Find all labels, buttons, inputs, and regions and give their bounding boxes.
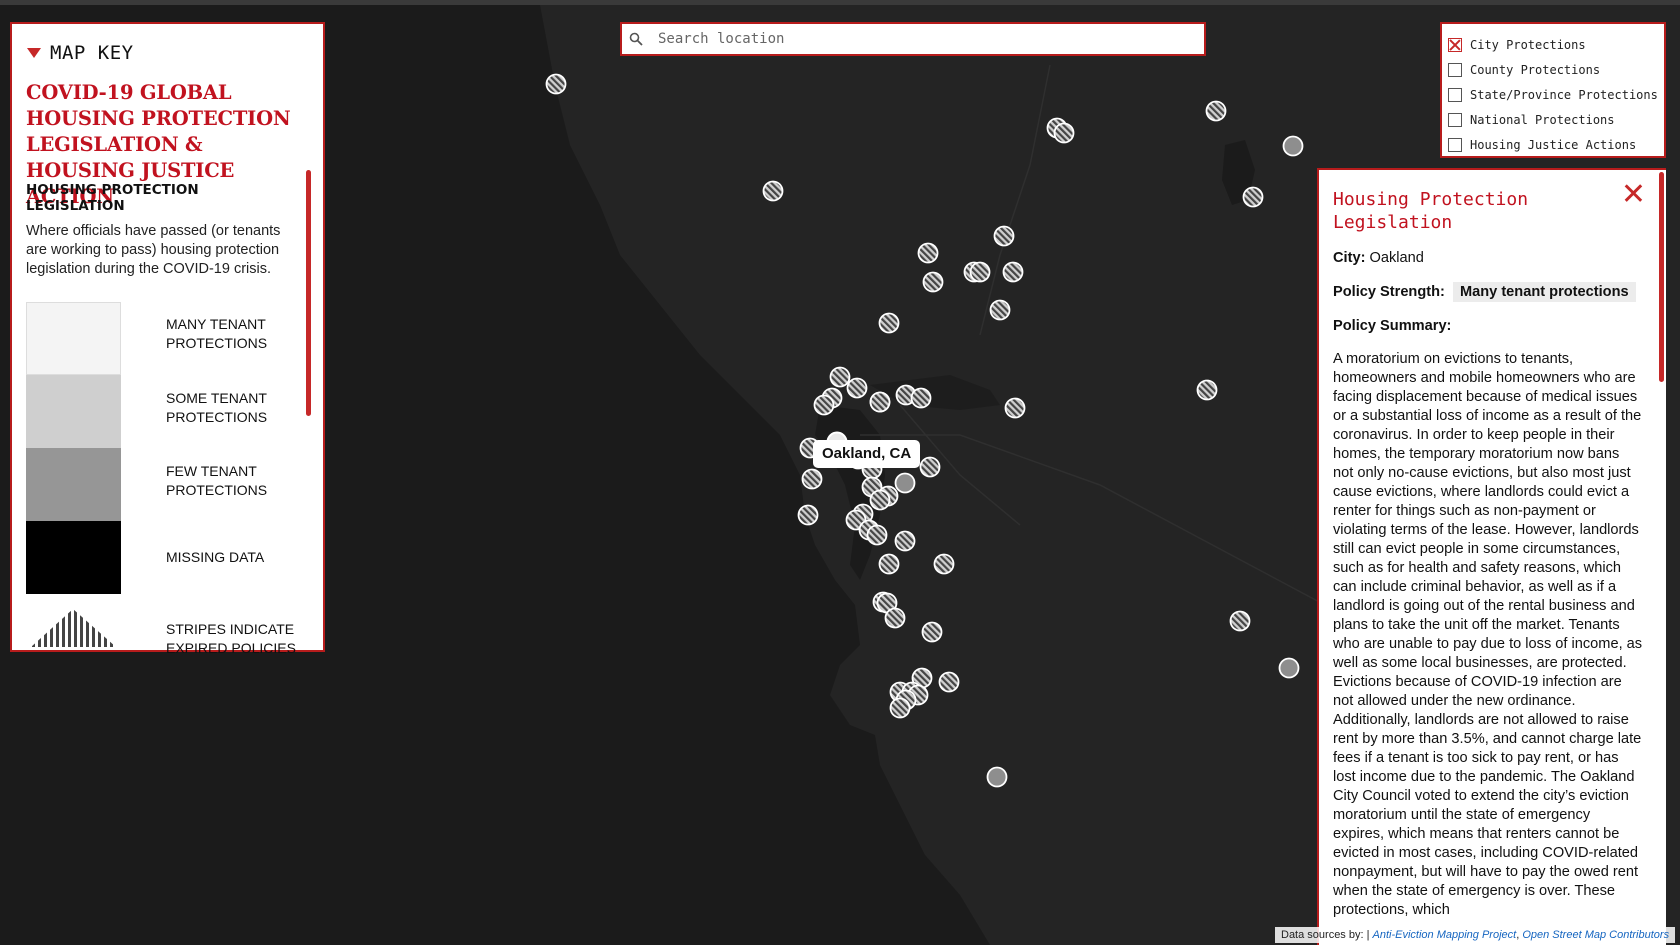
striped-mountain-icon — [31, 609, 116, 647]
striped-marker[interactable] — [922, 271, 944, 293]
info-panel: Housing Protection Legislation ✕ City: O… — [1317, 168, 1666, 945]
striped-marker[interactable] — [894, 530, 916, 552]
striped-marker[interactable] — [910, 387, 932, 409]
checkbox[interactable] — [1448, 137, 1462, 152]
summary-label: Policy Summary: — [1333, 318, 1452, 334]
striped-marker[interactable] — [829, 366, 851, 388]
attribution: Data sources by: | Anti-Eviction Mapping… — [1275, 927, 1676, 943]
triangle-down-icon — [27, 48, 41, 58]
city-value: Oakland — [1369, 250, 1424, 266]
legend-label-some: SOME TENANT PROTECTIONS — [166, 390, 268, 425]
striped-marker[interactable] — [813, 394, 835, 416]
legend-label-stripes: STRIPES INDICATE EXPIRED POLICIES — [166, 621, 296, 656]
filter-county[interactable]: County Protections — [1448, 57, 1664, 82]
checkbox[interactable] — [1448, 87, 1462, 102]
info-title: Housing Protection Legislation — [1333, 189, 1529, 233]
map-key-panel: MAP KEY COVID-19 GLOBAL HOUSING PROTECTI… — [10, 22, 325, 656]
striped-marker[interactable] — [878, 312, 900, 334]
map-key-label: MAP KEY — [50, 42, 134, 64]
search-icon — [622, 32, 650, 46]
striped-marker[interactable] — [1002, 261, 1024, 283]
filter-state[interactable]: State/Province Protections — [1448, 82, 1664, 107]
striped-marker[interactable] — [1205, 100, 1227, 122]
filter-label: National Protections — [1470, 112, 1615, 127]
striped-marker[interactable] — [989, 299, 1011, 321]
striped-marker[interactable] — [801, 468, 823, 490]
search-bar — [620, 22, 1206, 56]
filter-city[interactable]: City Protections — [1448, 32, 1664, 57]
striped-marker[interactable] — [884, 607, 906, 629]
strength-badge: Many tenant protections — [1452, 282, 1636, 302]
filter-label: City Protections — [1470, 37, 1586, 52]
source-link-aemp[interactable]: Anti-Eviction Mapping Project — [1373, 929, 1517, 941]
legend-scrollbar[interactable] — [306, 170, 311, 416]
strength-row: Policy Strength: Many tenant protections — [1333, 282, 1643, 302]
attribution-prefix: Data sources by: | — [1281, 929, 1370, 941]
location-tooltip: Oakland, CA — [813, 440, 921, 468]
striped-marker[interactable] — [846, 377, 868, 399]
strength-label: Policy Strength: — [1333, 284, 1445, 300]
solid-marker[interactable] — [1278, 657, 1300, 679]
striped-marker[interactable] — [921, 621, 943, 643]
striped-marker[interactable] — [889, 697, 911, 719]
legend-label-few: FEW TENANT PROTECTIONS — [166, 463, 268, 498]
striped-marker[interactable] — [762, 180, 784, 202]
checkbox-checked[interactable] — [1448, 37, 1462, 52]
solid-marker[interactable] — [894, 472, 916, 494]
striped-marker[interactable] — [545, 73, 567, 95]
striped-marker[interactable] — [878, 553, 900, 575]
solid-marker[interactable] — [1282, 135, 1304, 157]
swatch-missing — [26, 521, 121, 594]
checkbox[interactable] — [1448, 62, 1462, 77]
striped-marker[interactable] — [869, 489, 891, 511]
info-scrollbar[interactable] — [1659, 172, 1664, 382]
striped-marker[interactable] — [869, 391, 891, 413]
swatch-some — [26, 375, 121, 448]
city-label: City: — [1333, 250, 1366, 266]
close-icon[interactable]: ✕ — [1621, 180, 1646, 210]
striped-marker[interactable] — [969, 261, 991, 283]
summary-row: Policy Summary: — [1333, 318, 1643, 334]
layer-filters: City Protections County Protections Stat… — [1440, 22, 1666, 158]
striped-marker[interactable] — [1053, 122, 1075, 144]
striped-marker[interactable] — [919, 456, 941, 478]
legend-heading: HOUSING PROTECTION LEGISLATION — [26, 182, 199, 214]
legend-label-many: MANY TENANT PROTECTIONS — [166, 316, 268, 351]
filter-actions[interactable]: Housing Justice Actions — [1448, 132, 1664, 157]
striped-marker[interactable] — [1196, 379, 1218, 401]
striped-marker[interactable] — [797, 504, 819, 526]
striped-marker[interactable] — [938, 671, 960, 693]
attribution-sep: , — [1516, 929, 1520, 941]
filter-label: County Protections — [1470, 62, 1601, 77]
filter-label: Housing Justice Actions — [1470, 137, 1637, 152]
filter-national[interactable]: National Protections — [1448, 107, 1664, 132]
striped-marker[interactable] — [1242, 186, 1264, 208]
solid-marker[interactable] — [986, 766, 1008, 788]
filter-label: State/Province Protections — [1470, 87, 1658, 102]
swatch-many — [26, 302, 121, 375]
striped-marker[interactable] — [1229, 610, 1251, 632]
info-body: City: Oakland Policy Strength: Many tena… — [1333, 250, 1643, 920]
legend-label-missing: MISSING DATA — [166, 549, 265, 565]
striped-marker[interactable] — [993, 225, 1015, 247]
search-input[interactable] — [650, 24, 1204, 54]
city-row: City: Oakland — [1333, 250, 1643, 266]
legend-description: Where officials have passed (or tenants … — [26, 223, 281, 277]
legend-section: HOUSING PROTECTION LEGISLATION Where off… — [26, 182, 296, 279]
striped-marker[interactable] — [933, 553, 955, 575]
source-link-osm[interactable]: Open Street Map Contributors — [1522, 929, 1669, 941]
striped-marker[interactable] — [1004, 397, 1026, 419]
swatch-few — [26, 448, 121, 521]
map-key-toggle[interactable]: MAP KEY — [27, 42, 134, 64]
striped-marker[interactable] — [866, 524, 888, 546]
striped-marker[interactable] — [917, 242, 939, 264]
checkbox[interactable] — [1448, 112, 1462, 127]
summary-text: A moratorium on evictions to tenants, ho… — [1333, 351, 1643, 918]
